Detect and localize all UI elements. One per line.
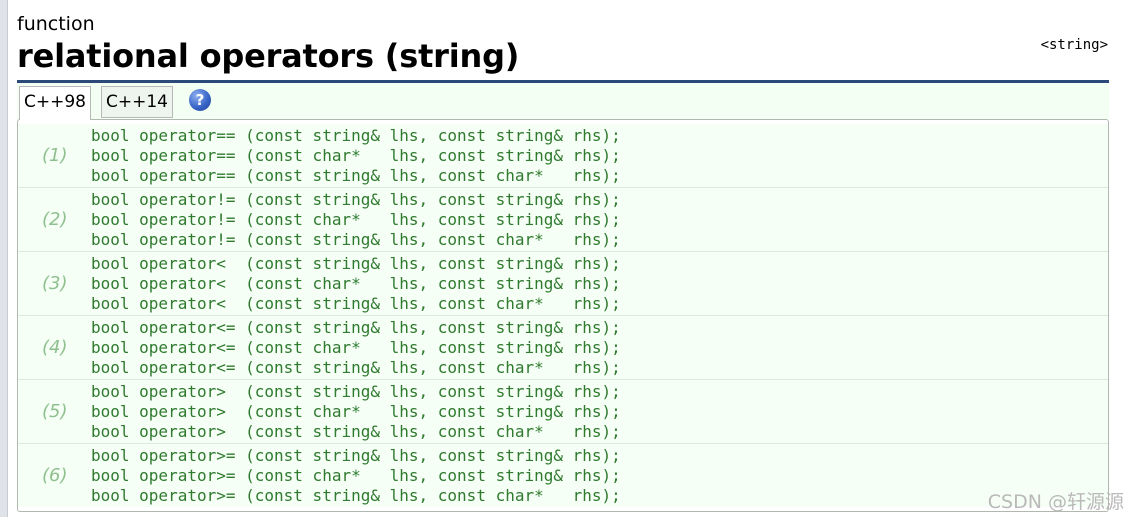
tab-cpp14[interactable]: C++14 [101,86,173,118]
declaration-group: (3) bool operator< (const string& lhs, c… [18,252,1108,315]
group-number: (1) [42,145,68,166]
code-line: bool operator< (const char* lhs, const s… [91,274,621,293]
code-line: bool operator>= (const char* lhs, const … [91,466,621,485]
code-line: bool operator> (const char* lhs, const s… [91,402,621,421]
declaration-group: (5) bool operator> (const string& lhs, c… [18,380,1108,443]
code-line: bool operator>= (const string& lhs, cons… [91,446,621,465]
code-line: bool operator<= (const char* lhs, const … [91,338,621,357]
code-line: bool operator> (const string& lhs, const… [91,422,621,441]
code-line: bool operator== (const string& lhs, cons… [91,126,621,145]
group-number: (4) [42,337,68,358]
code-line: bool operator> (const string& lhs, const… [91,382,621,401]
declaration-group: (4) bool operator<= (const string& lhs, … [18,316,1108,379]
code-line: bool operator< (const string& lhs, const… [91,254,621,273]
standard-tabs-bar: C++98 C++14 ? [17,83,1109,120]
window-left-edge [0,0,8,517]
code-line: bool operator<= (const string& lhs, cons… [91,358,621,377]
group-number: (5) [42,401,68,422]
code-line: bool operator!= (const char* lhs, const … [91,210,621,229]
code-line: bool operator!= (const string& lhs, cons… [91,190,621,209]
declaration-group: (1) bool operator== (const string& lhs, … [18,124,1108,187]
group-number: (6) [42,465,68,486]
header-file-link[interactable]: <string> [1041,36,1108,54]
question-circle-icon[interactable]: ? [189,89,211,111]
watermark: CSDN @轩源源 [987,491,1124,513]
code-line: bool operator<= (const string& lhs, cons… [91,318,621,337]
code-line: bool operator!= (const string& lhs, cons… [91,230,621,249]
code-line: bool operator>= (const string& lhs, cons… [91,486,621,505]
code-line: bool operator< (const string& lhs, const… [91,294,621,313]
page-title: relational operators (string) [17,37,520,75]
entity-kind-label: function [17,13,95,35]
group-number: (2) [42,209,68,230]
code-line: bool operator== (const char* lhs, const … [91,146,621,165]
declarations-box: (1) bool operator== (const string& lhs, … [17,119,1109,512]
group-number: (3) [42,273,68,294]
tab-cpp98[interactable]: C++98 [19,86,91,120]
code-line: bool operator== (const string& lhs, cons… [91,166,621,185]
declaration-group: (6) bool operator>= (const string& lhs, … [18,444,1108,507]
declaration-group: (2) bool operator!= (const string& lhs, … [18,188,1108,251]
